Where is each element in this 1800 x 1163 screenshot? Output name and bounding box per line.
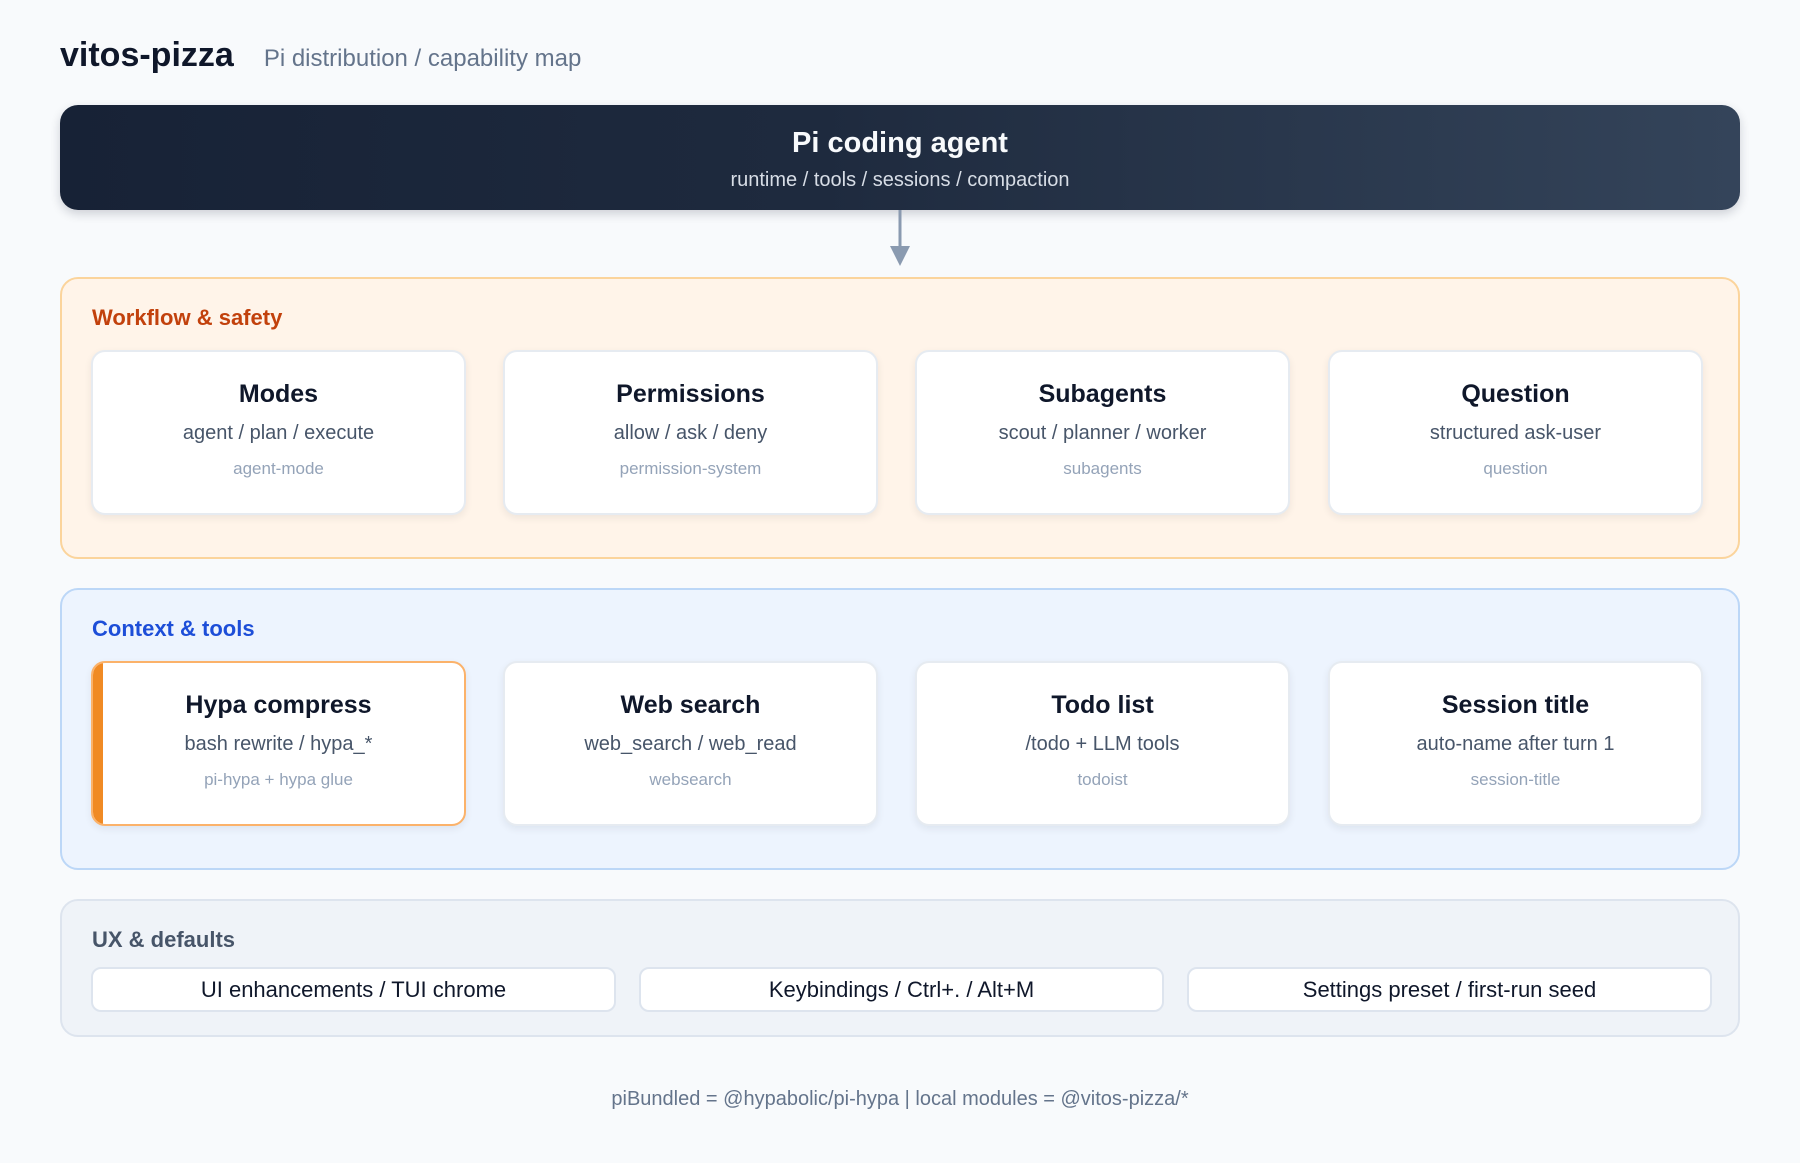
card-hypa-compress: Hypa compress bash rewrite / hypa_* pi-h… bbox=[91, 661, 466, 826]
card-module: websearch bbox=[649, 770, 732, 789]
card-modes: Modes agent / plan / execute agent-mode bbox=[91, 350, 466, 515]
ux-item-settings-preset: Settings preset / first-run seed bbox=[1187, 967, 1712, 1012]
section-title: UX & defaults bbox=[92, 927, 236, 952]
section-ux-defaults: UX & defaults UI enhancements / TUI chro… bbox=[60, 899, 1740, 1037]
page-header: vitos-pizza Pi distribution / capability… bbox=[60, 36, 581, 75]
brand-title: vitos-pizza bbox=[60, 36, 234, 74]
card-title: Todo list bbox=[1051, 691, 1154, 719]
card-subagents: Subagents scout / planner / worker subag… bbox=[915, 350, 1290, 515]
card-subtitle: allow / ask / deny bbox=[613, 422, 768, 444]
card-permissions: Permissions allow / ask / deny permissio… bbox=[503, 350, 878, 515]
section-title: Context & tools bbox=[92, 616, 255, 641]
card-title: Modes bbox=[238, 380, 319, 408]
card-todo-list: Todo list /todo + LLM tools todoist bbox=[915, 661, 1290, 826]
card-title: Web search bbox=[620, 691, 761, 719]
card-module: subagents bbox=[1063, 459, 1142, 478]
footer-note: piBundled = @hypabolic/pi-hypa | local m… bbox=[611, 1088, 1189, 1110]
card-question: Question structured ask-user question bbox=[1328, 350, 1703, 515]
card-module: session-title bbox=[1470, 770, 1561, 789]
agent-title: Pi coding agent bbox=[792, 127, 1008, 159]
card-session-title: Session title auto-name after turn 1 ses… bbox=[1328, 661, 1703, 826]
card-subtitle: structured ask-user bbox=[1429, 422, 1602, 444]
card-subtitle: bash rewrite / hypa_* bbox=[184, 733, 373, 755]
card-title: Permissions bbox=[616, 380, 765, 408]
card-subtitle: agent / plan / execute bbox=[182, 422, 375, 444]
down-arrow-icon bbox=[890, 210, 910, 266]
card-title: Hypa compress bbox=[185, 691, 372, 719]
card-module: pi-hypa + hypa glue bbox=[204, 770, 353, 789]
card-module: agent-mode bbox=[233, 459, 324, 478]
section-workflow-safety: Workflow & safety Modes agent / plan / e… bbox=[60, 277, 1740, 559]
card-module: question bbox=[1483, 459, 1548, 478]
ux-item-keybindings: Keybindings / Ctrl+. / Alt+M bbox=[639, 967, 1164, 1012]
card-subtitle: scout / planner / worker bbox=[998, 422, 1207, 444]
card-module: permission-system bbox=[619, 459, 762, 478]
card-module: todoist bbox=[1077, 770, 1128, 789]
section-context-tools: Context & tools Hypa compress bash rewri… bbox=[60, 588, 1740, 870]
page-subtitle: Pi distribution / capability map bbox=[263, 45, 582, 72]
card-subtitle: auto-name after turn 1 bbox=[1416, 733, 1615, 755]
card-title: Question bbox=[1461, 380, 1570, 408]
card-title: Subagents bbox=[1038, 380, 1167, 408]
card-subtitle: /todo + LLM tools bbox=[1025, 733, 1180, 755]
agent-subtitle: runtime / tools / sessions / compaction bbox=[730, 169, 1070, 191]
section-title: Workflow & safety bbox=[92, 305, 283, 330]
card-web-search: Web search web_search / web_read websear… bbox=[503, 661, 878, 826]
pi-coding-agent-node: Pi coding agent runtime / tools / sessio… bbox=[60, 105, 1740, 210]
ux-item-ui-enhancements: UI enhancements / TUI chrome bbox=[91, 967, 616, 1012]
card-subtitle: web_search / web_read bbox=[584, 733, 797, 755]
card-title: Session title bbox=[1441, 691, 1590, 719]
